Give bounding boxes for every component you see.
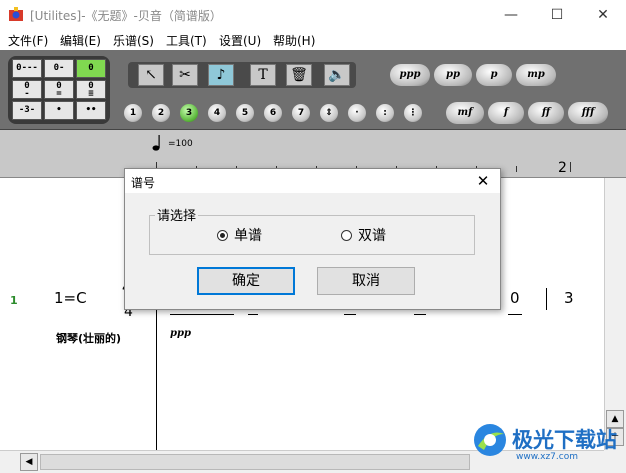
duration-1-button[interactable]: 1: [124, 104, 142, 122]
menu-bar: 文件(F) 编辑(E) 乐谱(S) 工具(T) 设置(U) 帮助(H): [0, 30, 626, 50]
watermark-text: 极光下载站: [512, 428, 617, 452]
keypad-triplet[interactable]: -3-: [12, 101, 42, 120]
menu-score[interactable]: 乐谱(S): [113, 32, 154, 49]
dynamic-f-button[interactable]: f: [488, 102, 524, 124]
cut-tool-button[interactable]: ✂: [172, 64, 198, 86]
keypad-quarter-note[interactable]: 0: [76, 59, 106, 78]
group-label: 请选择: [155, 205, 199, 224]
tempo-marking: =100: [168, 139, 193, 149]
barline: [546, 288, 547, 310]
quarter-note-icon: [152, 135, 160, 151]
double-staff-radio[interactable]: 双谱: [341, 225, 386, 245]
duration-7-button[interactable]: 7: [292, 104, 310, 122]
dynamic-mp-button[interactable]: mp: [516, 64, 556, 86]
underline-beam: [248, 314, 258, 315]
clef-dialog: 谱号 ✕ 请选择 单谱 双谱 确定 取消: [124, 168, 501, 310]
minimize-button[interactable]: —: [488, 0, 534, 30]
underline-beam: [344, 314, 356, 315]
watermark-url: www.xz7.com: [516, 452, 578, 462]
double-dot-button[interactable]: :: [376, 104, 394, 122]
dynamic-ppp-button[interactable]: ppp: [390, 64, 430, 86]
menu-file[interactable]: 文件(F): [8, 32, 48, 49]
maximize-button[interactable]: ☐: [534, 0, 580, 30]
pointer-tool-button[interactable]: ↖: [138, 64, 164, 86]
watermark-logo-icon: [474, 424, 506, 456]
note[interactable]: 3: [564, 289, 574, 307]
octave-toggle-button[interactable]: ⇕: [320, 104, 338, 122]
scroll-left-icon[interactable]: ◀: [20, 453, 38, 471]
dynamic-ff-button[interactable]: ff: [528, 102, 564, 124]
scroll-thumb[interactable]: [40, 454, 470, 470]
key-signature: 1=C: [54, 289, 87, 307]
dynamic-pp-button[interactable]: pp: [434, 64, 472, 86]
keypad-half-note[interactable]: 0-: [44, 59, 74, 78]
cancel-button[interactable]: 取消: [317, 267, 415, 295]
ruler-tick: [516, 166, 517, 172]
vertical-scrollbar[interactable]: ▲ ＋: [604, 178, 626, 450]
row-number: 1: [10, 294, 18, 307]
underline-beam: [508, 314, 522, 315]
dot-button[interactable]: ·: [348, 104, 366, 122]
keypad-dot[interactable]: •: [44, 101, 74, 120]
close-button[interactable]: ✕: [580, 0, 626, 30]
dialog-title-bar: 谱号 ✕: [125, 169, 500, 193]
instrument-name[interactable]: 钢琴(壮丽的): [56, 330, 121, 346]
note[interactable]: 0: [510, 289, 520, 307]
radio-unchecked-icon[interactable]: [341, 230, 352, 241]
keypad-eighth-note[interactable]: 0 -: [12, 80, 42, 99]
double-staff-label: 双谱: [358, 228, 386, 244]
app-logo-icon: [9, 7, 23, 21]
menu-tools[interactable]: 工具(T): [166, 32, 207, 49]
keypad-double-dot[interactable]: ••: [76, 101, 106, 120]
duration-2-button[interactable]: 2: [152, 104, 170, 122]
window-title: [Utilites]-《无题》-贝音（简谱版）: [30, 9, 222, 23]
ruler-tick: [570, 162, 571, 172]
duration-4-button[interactable]: 4: [208, 104, 226, 122]
single-staff-radio[interactable]: 单谱: [217, 225, 262, 245]
dialog-close-button[interactable]: ✕: [472, 170, 494, 192]
single-staff-label: 单谱: [234, 228, 262, 244]
triple-dot-button[interactable]: ⋮: [404, 104, 422, 122]
sound-tool-button[interactable]: 🔈: [324, 64, 350, 86]
text-tool-button[interactable]: T: [250, 64, 276, 86]
menu-settings[interactable]: 设置(U): [219, 32, 261, 49]
underline-beam: [414, 314, 426, 315]
dialog-title: 谱号: [131, 176, 156, 190]
app-window: [Utilites]-《无题》-贝音（简谱版） — ☐ ✕ 文件(F) 编辑(E…: [0, 0, 626, 473]
title-bar: [Utilites]-《无题》-贝音（简谱版） — ☐ ✕: [0, 0, 626, 30]
underline-beam: [170, 314, 234, 315]
watermark: 极光下载站 www.xz7.com: [470, 418, 620, 468]
menu-help[interactable]: 帮助(H): [273, 32, 315, 49]
tool-group: ↖ ✂ ♪ T 🗑 🔈: [128, 62, 356, 88]
delete-tool-button[interactable]: 🗑: [286, 64, 312, 86]
keypad-sixteenth-note[interactable]: 0 =: [44, 80, 74, 99]
note-tool-button[interactable]: ♪: [208, 64, 234, 86]
duration-keypad: 0--- 0- 0 0 - 0 = 0 ≡ -3- • ••: [8, 56, 110, 124]
duration-3-button[interactable]: 3: [180, 104, 198, 122]
menu-edit[interactable]: 编辑(E): [60, 32, 101, 49]
keypad-whole-note[interactable]: 0---: [12, 59, 42, 78]
dynamic-p-button[interactable]: p: [476, 64, 512, 86]
dynamic-marking[interactable]: ppp: [170, 328, 191, 339]
measure-number: 2: [558, 160, 567, 176]
toolbar: 0--- 0- 0 0 - 0 = 0 ≡ -3- • •• ↖ ✂ ♪ T 🗑…: [0, 50, 626, 130]
dynamic-mf-button[interactable]: mf: [446, 102, 484, 124]
keypad-thirtysecond-note[interactable]: 0 ≡: [76, 80, 106, 99]
radio-checked-icon[interactable]: [217, 230, 228, 241]
duration-5-button[interactable]: 5: [236, 104, 254, 122]
duration-6-button[interactable]: 6: [264, 104, 282, 122]
dynamic-fff-button[interactable]: fff: [568, 102, 608, 124]
ok-button[interactable]: 确定: [197, 267, 295, 295]
